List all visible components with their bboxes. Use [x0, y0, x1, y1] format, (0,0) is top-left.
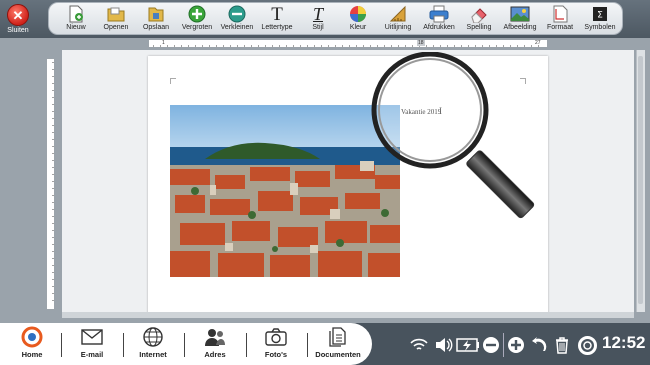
symbols-label: Symbolen	[584, 24, 616, 31]
save-label: Opslaan	[142, 24, 170, 31]
zoom-out-icon[interactable]	[482, 332, 500, 358]
ruler-marker: 18	[417, 40, 425, 46]
wifi-icon[interactable]	[410, 332, 428, 358]
ruler-end: 27	[535, 40, 541, 46]
bottom-navigation: Home E-mail Internet Adres Foto's Docume…	[0, 323, 372, 365]
open-button[interactable]: Openen	[94, 5, 138, 35]
close-icon: ✕	[7, 4, 29, 26]
image-button[interactable]: Afbeelding	[498, 5, 542, 35]
contacts-icon	[204, 325, 226, 349]
page-format-icon	[550, 5, 570, 23]
print-button[interactable]: Afdrukken	[417, 5, 461, 35]
spelling-button[interactable]: Spelling	[457, 5, 501, 35]
nav-home-label: Home	[21, 350, 43, 359]
nav-divider	[123, 333, 124, 357]
nav-address-label: Adres	[204, 350, 226, 359]
italic-icon: T	[312, 4, 323, 24]
color-button[interactable]: Kleur	[336, 5, 380, 35]
nav-email[interactable]: E-mail	[62, 325, 122, 365]
save-button[interactable]: Opslaan	[134, 5, 178, 35]
zoom-in-label: Vergroten	[181, 24, 213, 31]
symbols-button[interactable]: Σ Symbolen	[578, 5, 622, 35]
image-label: Afbeelding	[503, 24, 537, 31]
vertical-scrollbar[interactable]	[636, 50, 645, 312]
spelling-label: Spelling	[466, 24, 492, 31]
alignment-button[interactable]: Uitlijning	[376, 5, 420, 35]
zoom-out-icon	[227, 5, 247, 23]
nav-home[interactable]: Home	[2, 325, 62, 365]
zoom-out-button[interactable]: Verkleinen	[215, 5, 259, 35]
alignment-label: Uitlijning	[384, 24, 412, 31]
symbols-icon: Σ	[590, 5, 610, 23]
email-icon	[81, 325, 103, 349]
save-icon	[146, 5, 166, 23]
nav-divider	[184, 333, 185, 357]
zoom-in-button[interactable]: Vergroten	[175, 5, 219, 35]
vertical-ruler	[46, 58, 55, 310]
nav-documents[interactable]: Documenten	[308, 325, 368, 365]
volume-icon[interactable]	[435, 332, 453, 358]
horizontal-scrollbar[interactable]	[62, 312, 634, 318]
tray-divider	[503, 333, 504, 357]
nav-documents-label: Documenten	[315, 350, 361, 359]
ruler-start: 1	[162, 40, 165, 46]
globe-icon	[143, 325, 163, 349]
zoom-in-icon	[187, 5, 207, 23]
format-label: Formaat	[546, 24, 574, 31]
zoom-out-label: Verkleinen	[220, 24, 254, 31]
nav-internet[interactable]: Internet	[123, 325, 183, 365]
nav-email-label: E-mail	[80, 350, 104, 359]
trash-icon[interactable]	[554, 332, 570, 358]
font-label: Lettertype	[261, 24, 293, 31]
eraser-icon	[469, 5, 489, 23]
back-arrow-icon[interactable]	[530, 332, 548, 358]
color-label: Kleur	[349, 24, 367, 31]
horizontal-ruler: 1 18 27	[148, 39, 548, 48]
font-button[interactable]: T Lettertype	[255, 5, 299, 35]
home-icon	[21, 325, 43, 349]
new-label: Nieuw	[66, 24, 86, 31]
style-label: Stijl	[312, 24, 324, 31]
battery-charging-icon[interactable]	[456, 332, 480, 358]
printer-icon	[429, 5, 449, 23]
lifebuoy-icon[interactable]	[578, 332, 597, 358]
color-icon	[348, 5, 368, 23]
image-icon	[510, 5, 530, 23]
nav-address[interactable]: Adres	[185, 325, 245, 365]
vacation-photo[interactable]	[170, 105, 400, 277]
folder-icon	[106, 5, 126, 23]
toolbar: Nieuw Openen Opslaan Vergroten Verkleine…	[48, 2, 623, 35]
close-button[interactable]: ✕ Sluiten	[4, 4, 32, 38]
documents-icon	[328, 325, 348, 349]
nav-photos-label: Foto's	[264, 350, 288, 359]
nav-internet-label: Internet	[139, 350, 167, 359]
svg-text:Σ: Σ	[597, 11, 603, 21]
new-document-icon	[66, 5, 86, 23]
style-button[interactable]: T Stijl	[296, 5, 340, 35]
close-label: Sluiten	[7, 27, 29, 34]
new-button[interactable]: Nieuw	[54, 5, 98, 35]
print-label: Afdrukken	[423, 24, 455, 31]
magnifier-icon	[368, 51, 538, 224]
nav-divider	[61, 333, 62, 357]
open-label: Openen	[103, 24, 129, 31]
zoom-in-icon[interactable]	[507, 332, 525, 358]
format-button[interactable]: Formaat	[538, 5, 582, 35]
alignment-icon	[388, 5, 408, 23]
nav-photos[interactable]: Foto's	[246, 325, 306, 365]
clock: 12:52	[602, 333, 646, 352]
camera-icon	[265, 325, 287, 349]
font-icon: T	[271, 3, 283, 25]
nav-divider	[246, 333, 247, 357]
nav-divider	[307, 333, 308, 357]
